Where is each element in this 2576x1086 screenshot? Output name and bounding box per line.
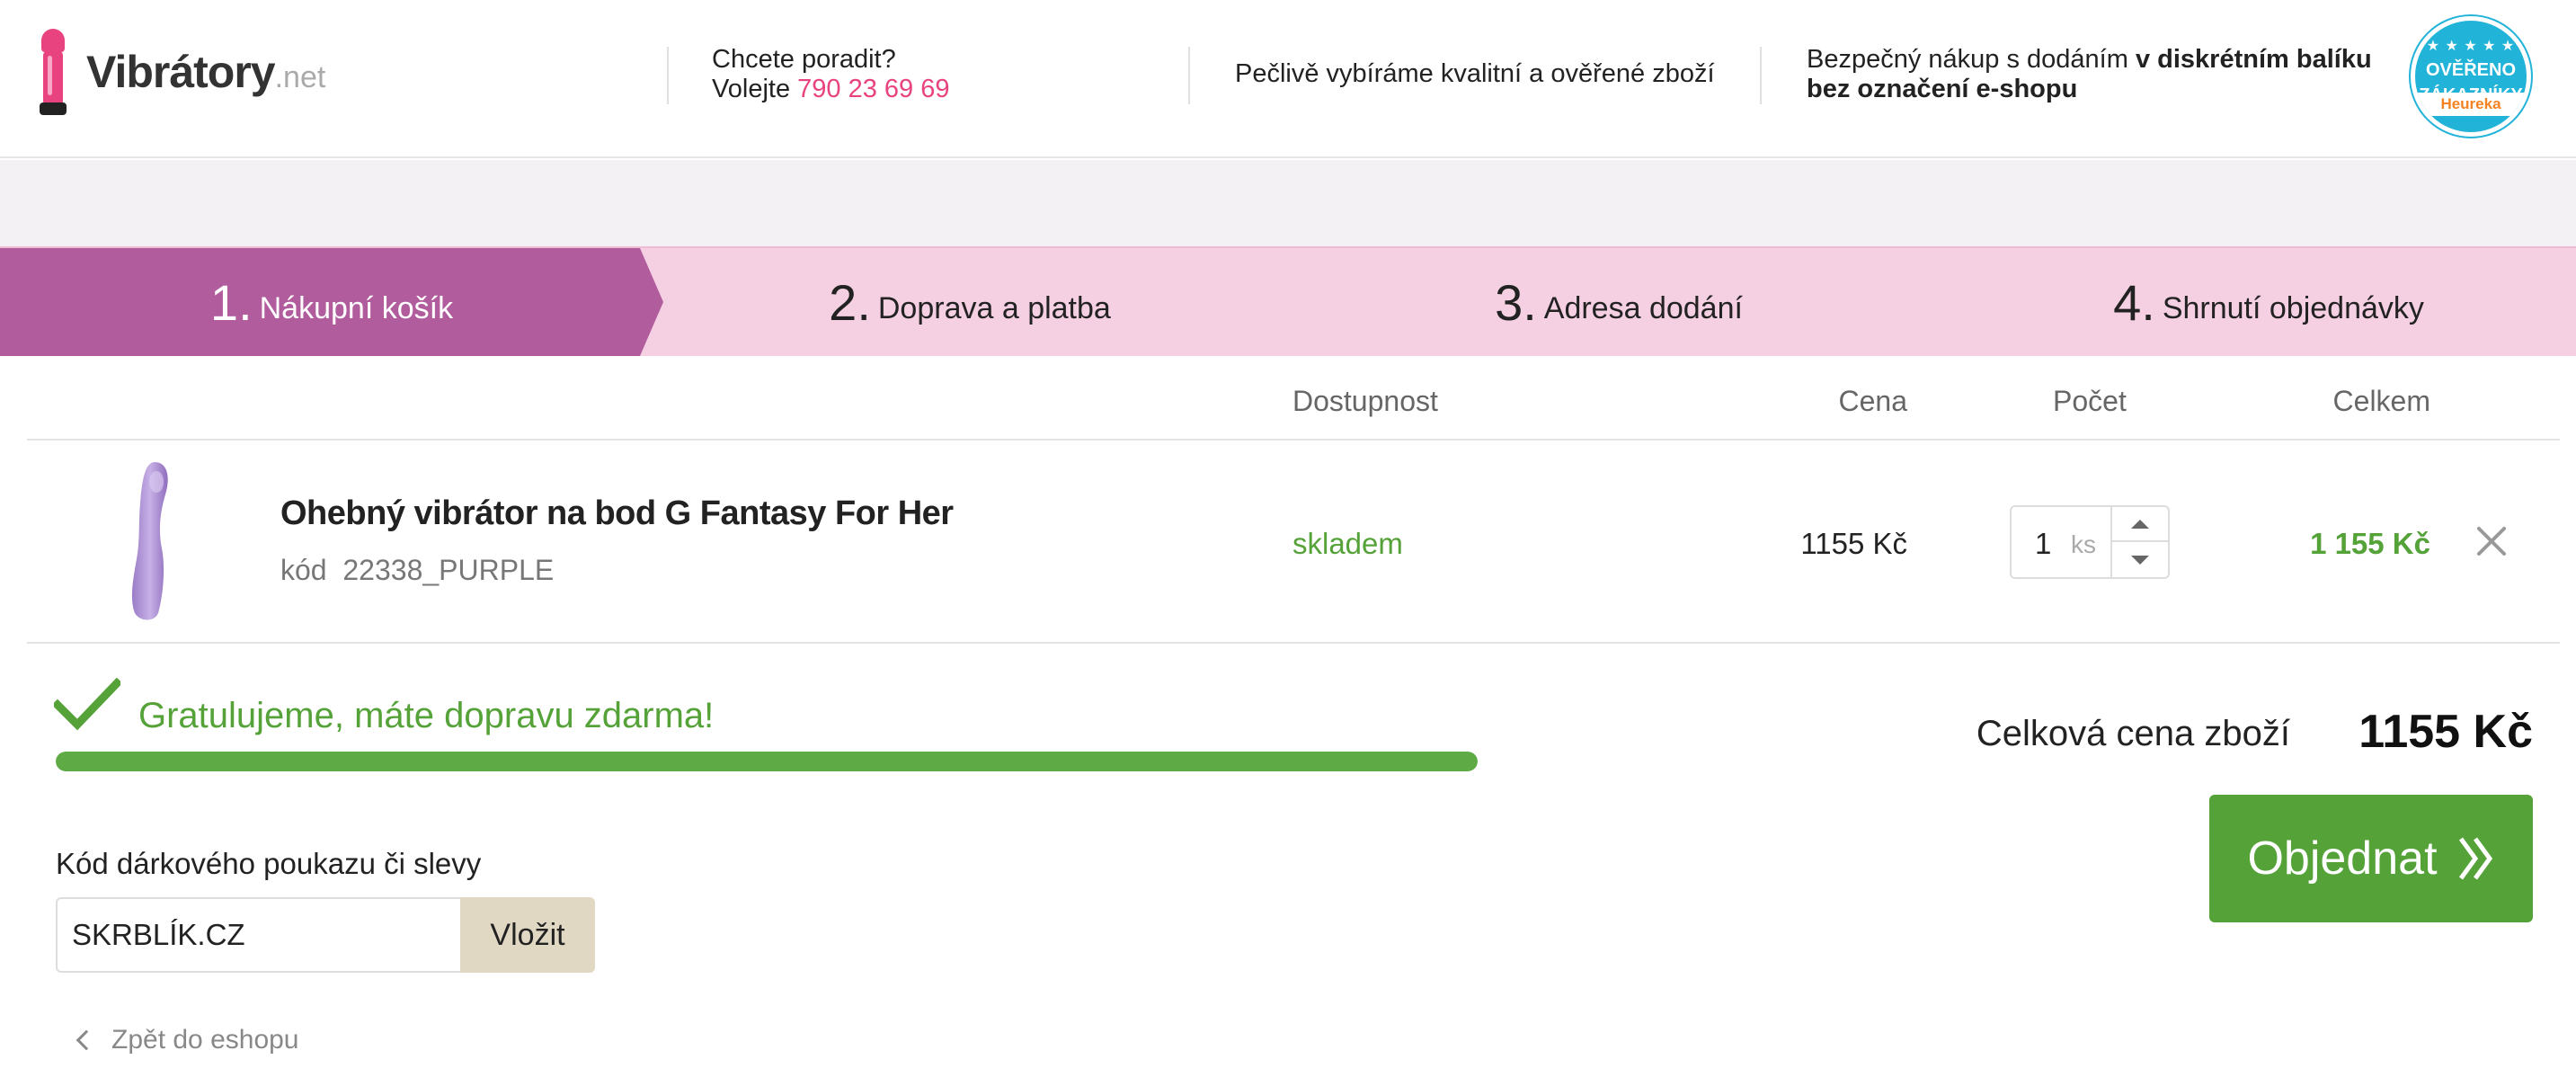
column-availability: Dostupnost [1292,385,1438,417]
step-summary[interactable]: 4. Shrnutí objednávky [1961,248,2576,356]
header-divider [1760,47,1762,104]
back-to-shop-link[interactable]: Zpět do eshopu [76,1025,299,1055]
double-chevron-right-icon [2458,837,2492,880]
order-button[interactable]: Objednat [2209,795,2533,922]
product-name-link[interactable]: Ohebný vibrátor na bod G Fantasy For Her [280,494,954,533]
arrow-up-icon [2131,519,2149,529]
arrow-down-icon [2131,555,2149,565]
step-shipping-payment[interactable]: 2. Doprava a platba [663,248,1276,356]
coupon-label: Kód dárkového poukazu či slevy [56,847,482,880]
free-shipping-progress-bar [56,752,1478,771]
phone-link[interactable]: 790 23 69 69 [797,75,949,103]
line-total: 1 155 Kč [2310,527,2430,560]
total-price-value: 1155 Kč [2358,706,2533,758]
badge-line1: OVĚŘENO [2425,60,2517,80]
checkmark-icon [54,678,120,731]
apply-coupon-button[interactable]: Vložit [460,897,595,973]
product-code: kód 22338_PURPLE [280,554,555,586]
step-address[interactable]: 3. Adresa dodání [1276,248,1961,356]
help-contact: Chcete poradit? Volejte 790 23 69 69 [712,45,949,104]
quantity-input[interactable]: 1 [2035,527,2051,561]
secure-shopping-text: Bezpečný nákup s dodáním v diskrétním ba… [1807,45,2372,103]
quantity-decrease-button[interactable] [2112,542,2168,577]
header-divider [667,47,669,104]
header-divider [1188,47,1190,104]
stars-icon: ★ ★ ★ ★ ★ [2426,39,2516,54]
table-divider [27,642,2560,644]
logo-text: Vibrátory.net [86,47,326,97]
progress-fill [56,752,1478,771]
coupon-code-input[interactable] [56,897,462,973]
heureka-verified-badge[interactable]: ★ ★ ★ ★ ★ OVĚŘENO ZÁKAZNÍKY Heureka [2411,16,2531,137]
unit-price: 1155 Kč [1800,527,1907,560]
badge-brand: Heureka [2415,93,2527,116]
quantity-spinner [2110,507,2168,577]
availability-status: skladem [1292,527,1403,560]
site-header: Vibrátory.net Chcete poradit? Volejte 79… [0,0,2576,158]
site-logo[interactable]: Vibrátory.net [38,27,325,117]
column-total: Celkem [2332,385,2430,417]
quantity-unit: ks [2071,530,2096,558]
table-divider [27,439,2560,441]
column-price: Cena [1838,385,1908,417]
checkout-steps: 1. Nákupní košík 2. Doprava a platba 3. Adr… [0,246,2576,356]
header-spacer [0,160,2576,246]
chevron-left-icon [76,1029,97,1051]
close-icon [2477,527,2506,556]
quality-text: Pečlivě vybíráme kvalitní a ověřené zbož… [1235,59,1715,88]
quantity-increase-button[interactable] [2112,507,2168,542]
help-phone-line: Volejte 790 23 69 69 [712,75,950,103]
quantity-stepper: 1 ks [2010,505,2170,579]
total-price-label: Celková cena zboží [1976,714,2290,753]
help-title: Chcete poradit? [712,45,896,74]
product-image[interactable] [122,458,176,622]
column-quantity: Počet [2053,385,2127,417]
remove-item-button[interactable] [2474,523,2509,559]
free-shipping-message: Gratulujeme, máte dopravu zdarma! [138,696,715,735]
logo-icon [38,29,68,115]
step-cart[interactable]: 1. Nákupní košík [0,248,663,356]
